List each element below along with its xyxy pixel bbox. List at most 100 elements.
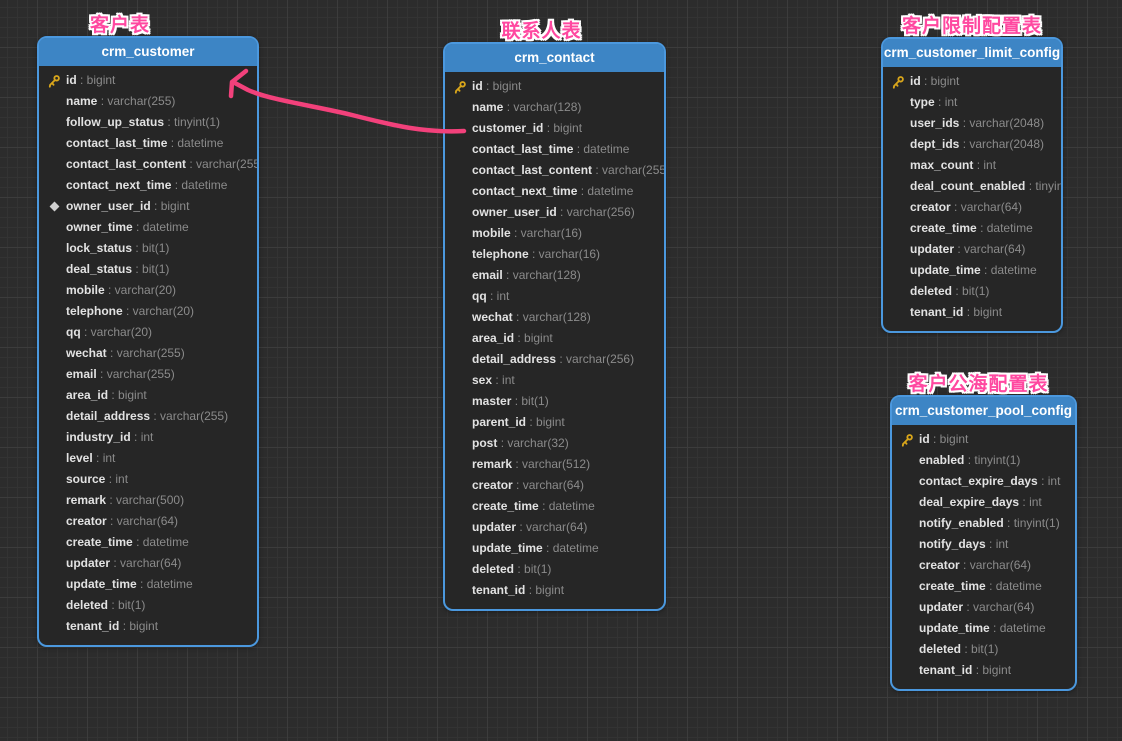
table-header[interactable]: crm_customer_pool_config (892, 397, 1075, 425)
field-row-tenant_id[interactable]: tenant_id : bigint (883, 302, 1061, 323)
field-row-email[interactable]: email : varchar(255) (39, 364, 257, 385)
table-header[interactable]: crm_contact (445, 44, 664, 72)
field-row-sex[interactable]: sex : int (445, 370, 664, 391)
table-label[interactable]: 客户限制配置表 (902, 11, 1042, 38)
field-row-creator[interactable]: creator : varchar(64) (883, 197, 1061, 218)
field-row-deleted[interactable]: deleted : bit(1) (892, 639, 1075, 660)
field-row-qq[interactable]: qq : int (445, 286, 664, 307)
field-row-customer_id[interactable]: customer_id : bigint (445, 118, 664, 139)
field-row-remark[interactable]: remark : varchar(500) (39, 490, 257, 511)
field-row-qq[interactable]: qq : varchar(20) (39, 322, 257, 343)
field-row-owner_time[interactable]: owner_time : datetime (39, 217, 257, 238)
field-row-wechat[interactable]: wechat : varchar(255) (39, 343, 257, 364)
field-row-name[interactable]: name : varchar(255) (39, 91, 257, 112)
table-crm_customer_pool_config[interactable]: 客户公海配置表 crm_customer_pool_config id : bi… (890, 395, 1077, 691)
field-row-wechat[interactable]: wechat : varchar(128) (445, 307, 664, 328)
field-row-create_time[interactable]: create_time : datetime (445, 496, 664, 517)
field-row-id[interactable]: id : bigint (892, 429, 1075, 450)
field-row-updater[interactable]: updater : varchar(64) (39, 553, 257, 574)
field-row-contact_expire_days[interactable]: contact_expire_days : int (892, 471, 1075, 492)
field-row-update_time[interactable]: update_time : datetime (445, 538, 664, 559)
field-row-update_time[interactable]: update_time : datetime (892, 618, 1075, 639)
field-row-deal_count_enabled[interactable]: deal_count_enabled : tinyint (883, 176, 1061, 197)
field-row-mobile[interactable]: mobile : varchar(16) (445, 223, 664, 244)
field-row-telephone[interactable]: telephone : varchar(20) (39, 301, 257, 322)
field-row-lock_status[interactable]: lock_status : bit(1) (39, 238, 257, 259)
field-row-mobile[interactable]: mobile : varchar(20) (39, 280, 257, 301)
field-row-create_time[interactable]: create_time : datetime (39, 532, 257, 553)
field-row-industry_id[interactable]: industry_id : int (39, 427, 257, 448)
field-row-email[interactable]: email : varchar(128) (445, 265, 664, 286)
field-row-deal_status[interactable]: deal_status : bit(1) (39, 259, 257, 280)
field-row-id[interactable]: id : bigint (39, 70, 257, 91)
field-row-tenant_id[interactable]: tenant_id : bigint (445, 580, 664, 601)
field-type: : int (495, 373, 514, 387)
field-row-detail_address[interactable]: detail_address : varchar(255) (39, 406, 257, 427)
field-row-post[interactable]: post : varchar(32) (445, 433, 664, 454)
field-row-max_count[interactable]: max_count : int (883, 155, 1061, 176)
field-row-creator[interactable]: creator : varchar(64) (445, 475, 664, 496)
field-name: deal_expire_days (919, 495, 1019, 509)
field-type: : int (1022, 495, 1041, 509)
field-row-updater[interactable]: updater : varchar(64) (892, 597, 1075, 618)
field-row-deal_expire_days[interactable]: deal_expire_days : int (892, 492, 1075, 513)
field-row-level[interactable]: level : int (39, 448, 257, 469)
field-row-follow_up_status[interactable]: follow_up_status : tinyint(1) (39, 112, 257, 133)
field-row-deleted[interactable]: deleted : bit(1) (445, 559, 664, 580)
field-row-contact_next_time[interactable]: contact_next_time : datetime (445, 181, 664, 202)
field-row-create_time[interactable]: create_time : datetime (883, 218, 1061, 239)
relation-arrow-crm_contact-to-crm_customer[interactable] (231, 71, 464, 131)
field-row-master[interactable]: master : bit(1) (445, 391, 664, 412)
table-crm_customer[interactable]: 客户表 crm_customer id : bigint name : varc… (37, 36, 259, 647)
field-row-updater[interactable]: updater : varchar(64) (883, 239, 1061, 260)
field-row-name[interactable]: name : varchar(128) (445, 97, 664, 118)
field-row-id[interactable]: id : bigint (445, 76, 664, 97)
field-row-tenant_id[interactable]: tenant_id : bigint (892, 660, 1075, 681)
table-crm_customer_limit_config[interactable]: 客户限制配置表 crm_customer_limit_config id : b… (881, 37, 1063, 333)
field-row-update_time[interactable]: update_time : datetime (39, 574, 257, 595)
field-row-deleted[interactable]: deleted : bit(1) (883, 281, 1061, 302)
field-type: : datetime (546, 541, 599, 555)
field-row-contact_next_time[interactable]: contact_next_time : datetime (39, 175, 257, 196)
field-name: create_time (910, 221, 977, 235)
field-row-area_id[interactable]: area_id : bigint (445, 328, 664, 349)
field-row-area_id[interactable]: area_id : bigint (39, 385, 257, 406)
diagram-canvas[interactable]: 客户表 crm_customer id : bigint name : varc… (0, 0, 1122, 741)
field-row-notify_days[interactable]: notify_days : int (892, 534, 1075, 555)
field-row-creator[interactable]: creator : varchar(64) (892, 555, 1075, 576)
table-label[interactable]: 联系人表 (501, 16, 581, 43)
field-row-contact_last_content[interactable]: contact_last_content : varchar(255) (445, 160, 664, 181)
field-row-telephone[interactable]: telephone : varchar(16) (445, 244, 664, 265)
field-row-contact_last_time[interactable]: contact_last_time : datetime (445, 139, 664, 160)
field-row-contact_last_time[interactable]: contact_last_time : datetime (39, 133, 257, 154)
field-row-parent_id[interactable]: parent_id : bigint (445, 412, 664, 433)
field-row-remark[interactable]: remark : varchar(512) (445, 454, 664, 475)
field-row-owner_user_id[interactable]: owner_user_id : varchar(256) (445, 202, 664, 223)
field-row-deleted[interactable]: deleted : bit(1) (39, 595, 257, 616)
field-row-type[interactable]: type : int (883, 92, 1061, 113)
field-row-creator[interactable]: creator : varchar(64) (39, 511, 257, 532)
table-label[interactable]: 客户表 (90, 10, 150, 37)
field-name: user_ids (910, 116, 959, 130)
field-row-updater[interactable]: updater : varchar(64) (445, 517, 664, 538)
field-row-owner_user_id[interactable]: owner_user_id : bigint (39, 196, 257, 217)
relation-arrow-line[interactable] (233, 82, 464, 131)
field-type: : varchar(128) (507, 100, 582, 114)
field-row-user_ids[interactable]: user_ids : varchar(2048) (883, 113, 1061, 134)
field-row-enabled[interactable]: enabled : tinyint(1) (892, 450, 1075, 471)
field-row-contact_last_content[interactable]: contact_last_content : varchar(255) (39, 154, 257, 175)
field-type: : datetime (984, 263, 1037, 277)
field-row-update_time[interactable]: update_time : datetime (883, 260, 1061, 281)
table-header[interactable]: crm_customer_limit_config (883, 39, 1061, 67)
field-type: : datetime (581, 184, 634, 198)
table-crm_contact[interactable]: 联系人表 crm_contact id : bigint name : varc… (443, 42, 666, 611)
table-header[interactable]: crm_customer (39, 38, 257, 66)
field-row-create_time[interactable]: create_time : datetime (892, 576, 1075, 597)
field-row-tenant_id[interactable]: tenant_id : bigint (39, 616, 257, 637)
field-row-id[interactable]: id : bigint (883, 71, 1061, 92)
table-label[interactable]: 客户公海配置表 (908, 369, 1048, 396)
field-row-detail_address[interactable]: detail_address : varchar(256) (445, 349, 664, 370)
field-row-dept_ids[interactable]: dept_ids : varchar(2048) (883, 134, 1061, 155)
field-row-source[interactable]: source : int (39, 469, 257, 490)
field-row-notify_enabled[interactable]: notify_enabled : tinyint(1) (892, 513, 1075, 534)
